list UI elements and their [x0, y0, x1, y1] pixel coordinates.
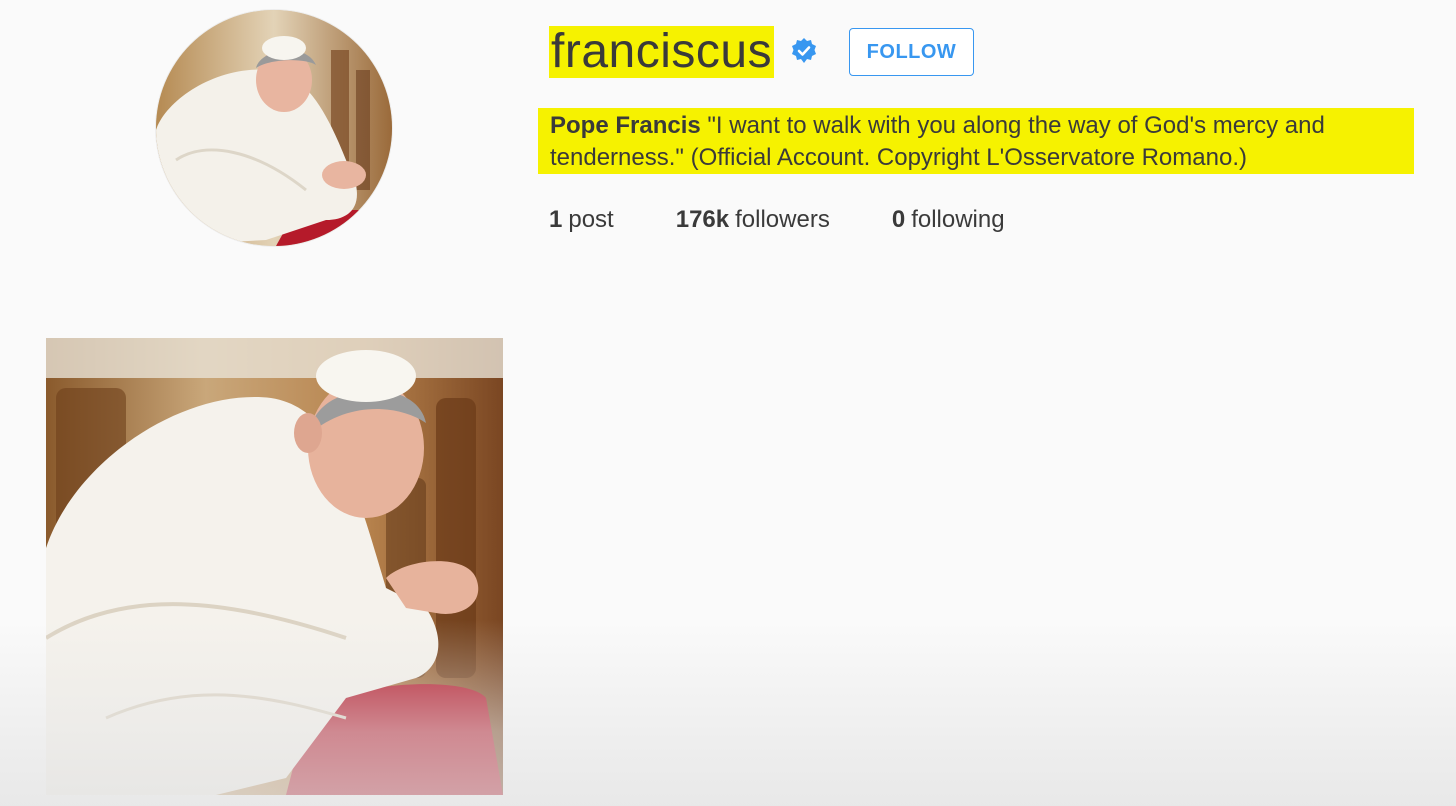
posts-count-label: post	[568, 206, 614, 233]
post-photo	[46, 338, 503, 795]
following-count[interactable]: 0 following	[892, 205, 1005, 235]
posts-count-value: 1	[549, 206, 563, 233]
post-thumbnail[interactable]	[46, 338, 503, 795]
username-highlight: franciscus	[549, 25, 775, 78]
profile-avatar[interactable]	[156, 10, 392, 246]
following-count-label: following	[911, 206, 1005, 233]
posts-count: 1 post	[549, 205, 614, 235]
profile-stats: 1 post 176k followers 0 following	[549, 205, 1005, 235]
followers-count[interactable]: 176k followers	[676, 205, 830, 235]
following-count-value: 0	[891, 206, 906, 233]
follow-button[interactable]: FOLLOW	[849, 28, 974, 76]
profile-bio: Pope Francis "I want to walk with you al…	[538, 108, 1414, 174]
bio-full-name: Pope Francis	[550, 112, 701, 139]
username: franciscus	[551, 25, 773, 78]
avatar-photo	[156, 10, 392, 246]
verified-badge-icon	[792, 38, 816, 63]
followers-count-value: 176k	[675, 206, 730, 233]
followers-count-label: followers	[735, 206, 830, 233]
